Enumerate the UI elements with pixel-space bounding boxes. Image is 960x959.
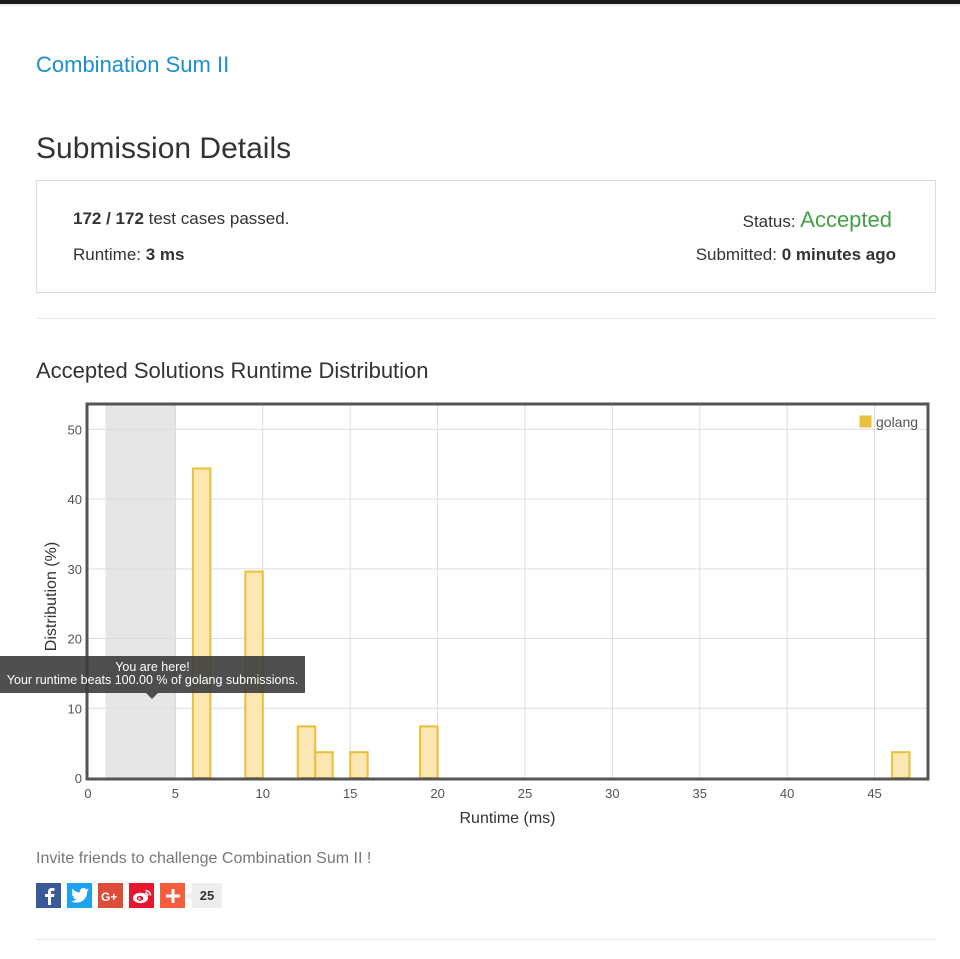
- googleplus-share-button[interactable]: G+: [98, 883, 123, 908]
- more-share-button[interactable]: [160, 883, 185, 908]
- x-tick-label: 0: [84, 786, 91, 801]
- tooltip-line2: Your runtime beats 100.00 % of golang su…: [6, 673, 299, 687]
- y-axis-label: Distribution (%): [43, 542, 60, 651]
- runtime-label: Runtime:: [73, 245, 146, 264]
- svg-text:G+: G+: [101, 890, 117, 903]
- submitted-label: Submitted:: [695, 245, 782, 264]
- divider: [36, 318, 936, 319]
- x-tick-label: 5: [172, 786, 179, 801]
- bottom-divider: [36, 939, 936, 940]
- status-accepted-link[interactable]: Accepted: [800, 207, 892, 232]
- google-plus-icon: G+: [101, 890, 117, 903]
- x-axis-label: Runtime (ms): [459, 810, 555, 827]
- submitted-value: 0 minutes ago: [781, 245, 896, 264]
- x-tick-label: 10: [256, 786, 270, 801]
- twitter-icon: [70, 888, 89, 903]
- y-tick-label: 20: [68, 632, 82, 647]
- x-tick-label: 20: [430, 786, 444, 801]
- runtime-tooltip: You are here! Your runtime beats 100.00 …: [0, 656, 305, 699]
- weibo-share-button[interactable]: [129, 883, 154, 908]
- bar: [191, 467, 212, 780]
- runtime-value: 3 ms: [145, 245, 185, 264]
- problem-link[interactable]: Combination Sum II: [36, 52, 229, 78]
- test-cases-passed: 172 / 172 test cases passed.: [73, 209, 289, 229]
- status-label: Status:: [742, 212, 801, 231]
- test-cases-suffix: test cases passed.: [143, 209, 290, 228]
- bar: [891, 751, 911, 779]
- top-bar-shadow: [0, 4, 960, 7]
- facebook-icon: [44, 887, 54, 905]
- bar: [419, 725, 439, 779]
- y-tick-label: 0: [75, 771, 82, 786]
- x-tick-label: 15: [343, 786, 357, 801]
- share-count: 25: [187, 883, 222, 908]
- share-bar: G+ 25: [36, 883, 222, 908]
- legend-swatch: [858, 414, 873, 429]
- plus-icon: [165, 888, 180, 903]
- y-tick-label: 10: [68, 701, 82, 716]
- x-tick-label: 30: [605, 786, 619, 801]
- submission-details-box: 172 / 172 test cases passed. Runtime: 3 …: [36, 180, 936, 293]
- x-tick-label: 35: [693, 786, 707, 801]
- y-tick-label: 30: [68, 562, 82, 577]
- y-tick-label: 50: [68, 422, 82, 437]
- bar: [314, 751, 334, 779]
- bar: [296, 725, 317, 779]
- tooltip-arrow: [146, 693, 158, 699]
- page-title: Submission Details: [36, 132, 292, 165]
- x-tick-label: 40: [780, 786, 794, 801]
- invite-text: Invite friends to challenge Combination …: [36, 850, 372, 867]
- status: Status: Accepted: [743, 207, 892, 233]
- y-tick-label: 40: [68, 492, 82, 507]
- highlight-band: [105, 405, 176, 778]
- x-tick-label: 45: [867, 786, 881, 801]
- submitted: Submitted: 0 minutes ago: [696, 245, 896, 265]
- weibo-icon: [132, 889, 151, 903]
- runtime: Runtime: 3 ms: [73, 245, 185, 265]
- test-cases-count: 172 / 172: [73, 209, 144, 228]
- twitter-share-button[interactable]: [67, 883, 92, 908]
- chart-title: Accepted Solutions Runtime Distribution: [36, 358, 429, 383]
- x-tick-label: 25: [518, 786, 532, 801]
- facebook-share-button[interactable]: [36, 883, 61, 908]
- legend-label: golang: [876, 414, 918, 430]
- runtime-distribution-chart: 0 5 10 15 20 25 30 35 40 45 0 10 20 30 40 50 Runtime (ms…: [43, 402, 930, 827]
- plot-frame: [85, 402, 930, 781]
- bar: [349, 751, 369, 779]
